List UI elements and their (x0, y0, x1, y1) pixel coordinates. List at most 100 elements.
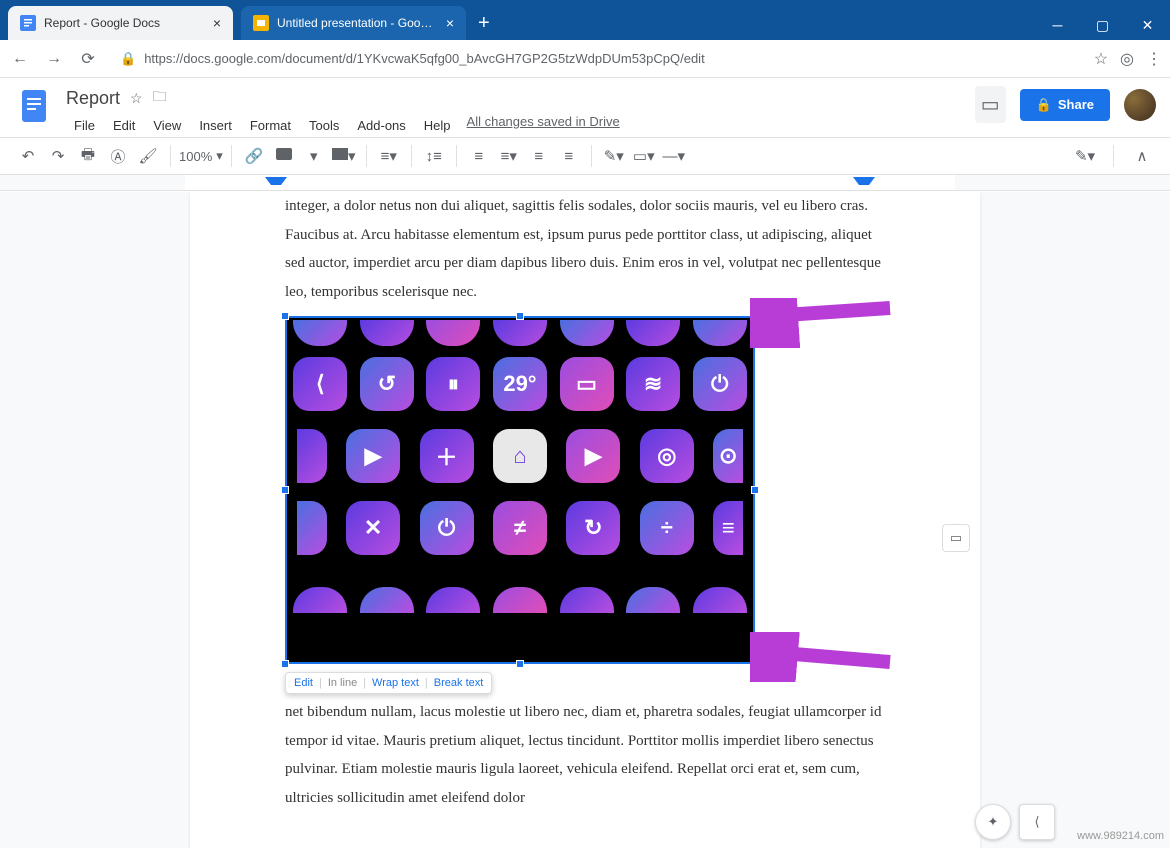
align-button[interactable]: ≡▾ (375, 142, 403, 170)
lock-icon: 🔒 (120, 51, 136, 67)
border-button[interactable]: ▭▾ (630, 142, 658, 170)
annotation-arrow-bottom (750, 632, 900, 682)
changes-saved-link[interactable]: All changes saved in Drive (467, 114, 620, 137)
resize-handle-mr[interactable] (751, 486, 759, 494)
tile-icon: ⟨ (293, 357, 347, 411)
tile-icon: ↺ (360, 357, 414, 411)
image-button[interactable]: ▾ (300, 142, 328, 170)
url-text: https://docs.google.com/document/d/1YKvc… (144, 51, 705, 66)
resize-handle-bl[interactable] (281, 660, 289, 668)
window-close[interactable]: ✕ (1125, 10, 1170, 40)
tab-close-icon[interactable]: × (446, 15, 454, 31)
menu-format[interactable]: Format (242, 114, 299, 137)
list-numbered-button[interactable]: ≡ (465, 142, 493, 170)
side-explore-badge[interactable]: ▭ (942, 524, 970, 552)
list-bulleted-button[interactable]: ≡▾ (495, 142, 523, 170)
editing-mode-button[interactable]: ✎▾ (1071, 142, 1099, 170)
undo-button[interactable]: ↶ (14, 142, 42, 170)
line-spacing-button[interactable]: ↕≡ (420, 142, 448, 170)
tile-icon: ◎ (640, 429, 694, 483)
paragraph-text-2[interactable]: net bibendum nullam, lacus molestie ut l… (285, 698, 885, 812)
browser-tab-inactive[interactable]: Untitled presentation - Google S × (241, 6, 466, 40)
comment-button[interactable] (270, 142, 298, 170)
print-button[interactable]: 🖶 (74, 142, 102, 170)
image-break-option[interactable]: Break text (434, 677, 484, 689)
nav-back[interactable]: ← (8, 47, 32, 71)
clear-formatting-button[interactable]: ✎▾ (600, 142, 628, 170)
dropdown-icon: ▾ (216, 148, 223, 164)
tile-icon: ↻ (566, 501, 620, 555)
star-icon[interactable]: ☆ (130, 90, 143, 107)
nav-forward[interactable]: → (42, 47, 66, 71)
tile-icon: ⊙ (713, 429, 743, 483)
border-style-button[interactable]: —▾ (660, 142, 688, 170)
menu-help[interactable]: Help (416, 114, 459, 137)
document-page[interactable]: integer, a dolor netus non dui aliquet, … (190, 192, 980, 848)
menu-file[interactable]: File (66, 114, 103, 137)
account-avatar[interactable] (1124, 89, 1156, 121)
tile-icon: ⏻ (420, 501, 474, 555)
zoom-select[interactable]: 100%▾ (179, 148, 223, 164)
link-button[interactable]: 🔗 (240, 142, 268, 170)
tile-icon: ▶ (346, 429, 400, 483)
image-edit-link[interactable]: Edit (294, 677, 313, 689)
paint-format-button[interactable]: 🖌 (134, 142, 162, 170)
menu-addons[interactable]: Add-ons (349, 114, 413, 137)
docs-home-icon[interactable] (14, 86, 54, 126)
star-bookmark-icon[interactable]: ☆ (1094, 49, 1108, 69)
nav-reload[interactable]: ⟳ (76, 47, 100, 71)
chrome-menu-icon[interactable]: ⋮ (1146, 49, 1162, 69)
browser-tab-active[interactable]: Report - Google Docs × (8, 6, 233, 40)
paragraph-text[interactable]: integer, a dolor netus non dui aliquet, … (285, 192, 885, 306)
tile-icon: ✕ (346, 501, 400, 555)
document-workspace: integer, a dolor netus non dui aliquet, … (0, 192, 1170, 848)
menu-insert[interactable]: Insert (191, 114, 240, 137)
redo-button[interactable]: ↷ (44, 142, 72, 170)
image-inline-option[interactable]: In line (328, 677, 357, 689)
lock-icon: 🔒 (1036, 97, 1052, 113)
extension-icon[interactable]: ◎ (1120, 49, 1134, 69)
share-button[interactable]: 🔒 Share (1020, 89, 1110, 121)
image-options-popup: Edit | In line | Wrap text | Break text (285, 672, 492, 694)
docs-toolbar: ↶ ↷ 🖶 Ⓐ 🖌 100%▾ 🔗 ▾ ▾ ≡▾ ↕≡ ≡ ≡▾ ≡ ≡ ✎▾ … (0, 137, 1170, 175)
tab-close-icon[interactable]: × (213, 15, 221, 31)
resize-handle-tl[interactable] (281, 312, 289, 320)
paragraph-2: net bibendum nullam, lacus molestie ut l… (285, 698, 885, 812)
explore-button[interactable]: ✦ (975, 804, 1011, 840)
chevron-button[interactable]: ⟨ (1019, 804, 1055, 840)
tab-title: Report - Google Docs (44, 16, 205, 30)
new-tab-button[interactable]: + (466, 6, 502, 40)
comments-icon[interactable]: ▭ (975, 86, 1006, 123)
image-options-button[interactable]: ▾ (330, 142, 358, 170)
tile-home-icon: ⌂ (493, 429, 547, 483)
inserted-image[interactable]: ⟨ ↺ ⏸ 29° ▭ ≋ ⏻ ▶ ＋ ⌂ ▶ ◎ ⊙ (285, 316, 755, 664)
tile-icon: ⏸ (426, 357, 480, 411)
annotation-arrow-top (750, 298, 900, 348)
document-title[interactable]: Report (66, 88, 120, 109)
resize-handle-ml[interactable] (281, 486, 289, 494)
docs-favicon (20, 15, 36, 31)
window-minimize[interactable]: ─ (1035, 10, 1080, 40)
share-label: Share (1058, 97, 1094, 112)
spellcheck-button[interactable]: Ⓐ (104, 142, 132, 170)
floating-controls: ✦ ⟨ (975, 804, 1055, 840)
tile-icon: ▶ (566, 429, 620, 483)
horizontal-ruler[interactable] (0, 175, 1170, 191)
tile-icon: ▭ (560, 357, 614, 411)
indent-decrease-button[interactable]: ≡ (525, 142, 553, 170)
window-controls: ─ ▢ ✕ (1035, 10, 1170, 40)
menu-view[interactable]: View (145, 114, 189, 137)
hide-menus-button[interactable]: ∧ (1128, 142, 1156, 170)
window-maximize[interactable]: ▢ (1080, 10, 1125, 40)
watermark-text: www.989214.com (1077, 830, 1164, 842)
image-wrap-option[interactable]: Wrap text (372, 677, 419, 689)
slides-favicon (253, 15, 269, 31)
indent-increase-button[interactable]: ≡ (555, 142, 583, 170)
resize-handle-tm[interactable] (516, 312, 524, 320)
menu-tools[interactable]: Tools (301, 114, 347, 137)
menu-edit[interactable]: Edit (105, 114, 143, 137)
tab-title: Untitled presentation - Google S (277, 16, 438, 30)
move-folder-icon[interactable]: 🗀 (153, 86, 167, 110)
resize-handle-bm[interactable] (516, 660, 524, 668)
address-bar[interactable]: 🔒 https://docs.google.com/document/d/1YK… (110, 51, 1084, 67)
